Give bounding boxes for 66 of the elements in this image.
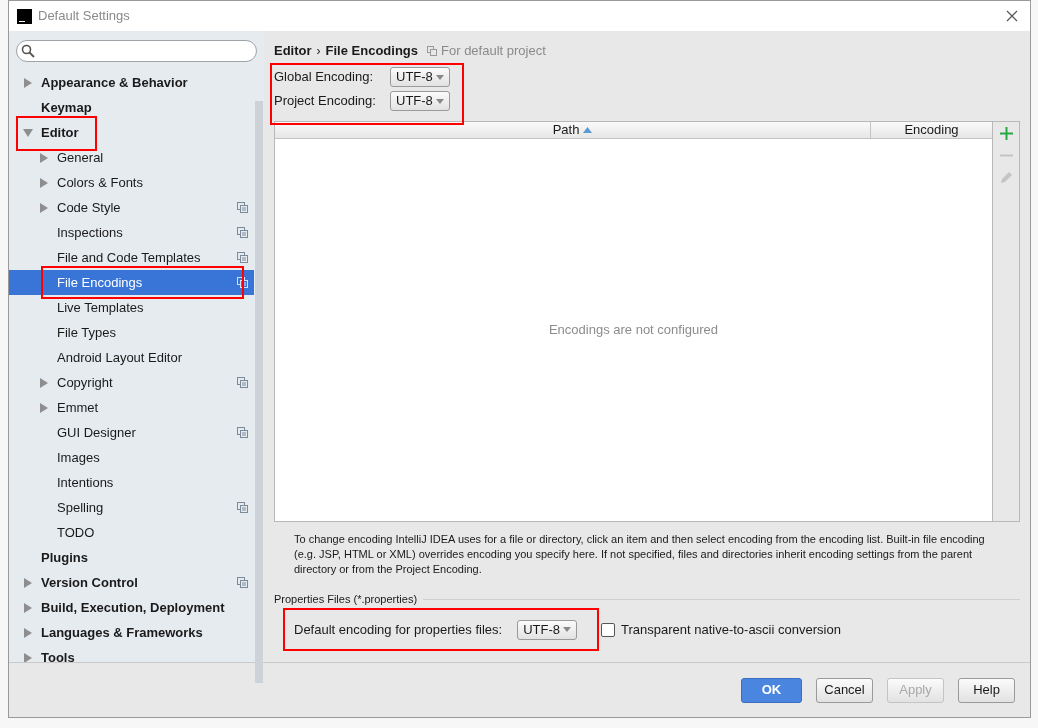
tree-item[interactable]: Version Control xyxy=(9,570,254,595)
tree-item[interactable]: Keymap xyxy=(9,95,254,120)
expanded-arrow-icon[interactable] xyxy=(23,127,33,138)
tree-item[interactable]: Android Layout Editor xyxy=(9,345,254,370)
collapsed-arrow-icon[interactable] xyxy=(39,402,49,413)
tree-item[interactable]: General xyxy=(9,145,254,170)
tree-item[interactable]: Build, Execution, Deployment xyxy=(9,595,254,620)
tree-item[interactable]: Tools xyxy=(9,645,254,662)
dropdown-arrow-icon[interactable] xyxy=(435,74,444,80)
column-header[interactable]: Encoding xyxy=(871,122,992,138)
tree-item[interactable]: File and Code Templates xyxy=(9,245,254,270)
breadcrumb-item[interactable]: Editor xyxy=(274,40,312,61)
collapsed-arrow-icon[interactable] xyxy=(39,377,49,388)
dropdown-arrow-icon[interactable] xyxy=(435,98,444,104)
breadcrumb-separator: › xyxy=(316,42,321,60)
encoding-dropdown[interactable]: UTF-8 xyxy=(390,67,450,87)
collapsed-arrow-icon[interactable] xyxy=(23,577,33,588)
collapsed-arrow-icon[interactable] xyxy=(39,152,49,163)
scope-note: For default project xyxy=(441,41,546,60)
tree-item[interactable]: Spelling xyxy=(9,495,254,520)
dialog-button[interactable]: Cancel xyxy=(816,677,873,703)
close-icon[interactable] xyxy=(1006,10,1018,22)
tree-item[interactable]: Appearance & Behavior xyxy=(9,70,254,95)
encoding-dropdown[interactable]: UTF-8 xyxy=(517,619,577,640)
collapsed-arrow-icon[interactable] xyxy=(39,202,49,213)
collapsed-arrow-icon[interactable] xyxy=(23,652,33,662)
dialog-button[interactable]: Help xyxy=(958,677,1015,703)
tree-item[interactable]: Plugins xyxy=(9,545,254,570)
tree-item[interactable]: Editor xyxy=(9,120,254,145)
tree-item[interactable]: Languages & Frameworks xyxy=(9,620,254,645)
tree-item[interactable]: Colors & Fonts xyxy=(9,170,254,195)
field-label: Project Encoding: xyxy=(274,92,377,111)
scrollbar-thumb[interactable] xyxy=(255,101,263,683)
dialog-button[interactable]: OK xyxy=(741,677,802,703)
collapsed-arrow-icon[interactable] xyxy=(23,77,33,88)
collapsed-arrow-icon[interactable] xyxy=(23,627,33,638)
description-text: To change encoding IntelliJ IDEA uses for a file or directory, click an item and then select encoding from the encoding list. Built-in file encoding (e.g. JSP, HTML or XML) overrides encoding you specify here. If not specified, files and directories inherit encoding settings from the parent directory or from the Project Encoding. xyxy=(294,532,986,577)
collapsed-arrow-icon[interactable] xyxy=(23,602,33,613)
breadcrumb-item[interactable]: File Encodings xyxy=(325,40,419,61)
tree-item[interactable]: Copyright xyxy=(9,370,254,395)
window-title: Default Settings xyxy=(38,7,130,26)
tree-item[interactable]: Code Style xyxy=(9,195,254,220)
tree-item[interactable]: Inspections xyxy=(9,220,254,245)
add-icon[interactable] xyxy=(999,127,1013,140)
dropdown-arrow-icon[interactable] xyxy=(562,627,571,632)
tree-item[interactable]: File Types xyxy=(9,320,254,345)
tree-item[interactable]: Intentions xyxy=(9,470,254,495)
encoding-dropdown[interactable]: UTF-8 xyxy=(390,91,450,111)
field-label: Default encoding for properties files: xyxy=(294,620,503,639)
checkbox-label: Transparent native-to-ascii conversion xyxy=(620,620,841,639)
search-field[interactable] xyxy=(16,40,257,62)
tree-item[interactable]: Emmet xyxy=(9,395,254,420)
collapsed-arrow-icon[interactable] xyxy=(39,177,49,188)
tree-item[interactable]: File Encodings xyxy=(9,270,254,295)
tree-item[interactable]: Live Templates xyxy=(9,295,254,320)
field-label: Global Encoding: xyxy=(274,68,374,87)
checkbox[interactable] xyxy=(600,622,615,637)
tree-item[interactable]: Images xyxy=(9,445,254,470)
tree-item[interactable]: GUI Designer xyxy=(9,420,254,445)
column-header[interactable]: Path xyxy=(275,122,871,138)
copy-icon xyxy=(427,45,438,56)
search-icon xyxy=(21,44,35,58)
section-title: Properties Files (*.properties) xyxy=(274,592,418,607)
empty-table-message: Encodings are not configured xyxy=(548,321,719,340)
app-logo-icon xyxy=(17,8,32,24)
tree-item[interactable]: TODO xyxy=(9,520,254,545)
